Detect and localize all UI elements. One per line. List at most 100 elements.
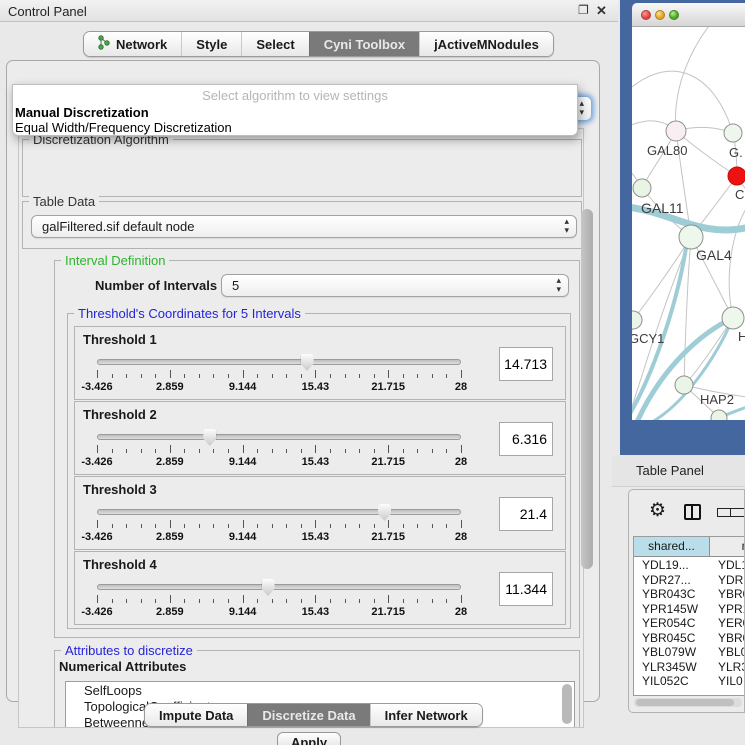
close-window-icon[interactable]: ✕ — [596, 3, 607, 19]
tab-infer-network[interactable]: Infer Network — [370, 704, 482, 726]
table-hscrollbar-thumb[interactable] — [636, 699, 734, 706]
table-row[interactable]: YPR145WYPR1 — [634, 602, 745, 617]
panel-scrollbar-track[interactable] — [579, 69, 595, 669]
tick-mark — [374, 374, 375, 378]
cell-name[interactable]: YPR1 — [710, 602, 745, 617]
slider-thumb[interactable] — [301, 354, 314, 371]
cell-name[interactable]: YDL1 — [710, 558, 745, 573]
table-row[interactable]: YDR27...YDR2 — [634, 573, 745, 588]
threshold-1-slider[interactable]: -3.4262.8599.14415.4321.71528 — [97, 359, 461, 399]
tab-network[interactable]: Network — [84, 32, 181, 56]
threshold-4-slider[interactable]: -3.4262.8599.14415.4321.71528 — [97, 584, 461, 624]
network-node-gal4[interactable] — [679, 225, 703, 249]
cell-shared-name[interactable]: YER054C — [634, 616, 710, 631]
axis-tick-label: -3.426 — [81, 531, 112, 543]
combo-arrows-icon: ▴▾ — [556, 276, 561, 294]
network-node-gcy1[interactable] — [632, 311, 642, 329]
axis-tick-label: -3.426 — [81, 456, 112, 468]
column-header-name[interactable]: n... — [710, 537, 745, 557]
tab-discretize-data[interactable]: Discretize Data — [247, 704, 369, 726]
slider-thumb[interactable] — [262, 579, 275, 596]
slider-ticks — [97, 520, 461, 530]
network-canvas[interactable]: GAL80 G. C GAL11 GAL4 GCY1 H HAP2 — [632, 27, 745, 420]
tick-mark — [112, 449, 113, 453]
slider-track[interactable] — [97, 509, 461, 515]
slider-track[interactable] — [97, 359, 461, 365]
table-row[interactable]: YBR043CYBR0 — [634, 587, 745, 602]
panel-scrollbar-thumb[interactable] — [581, 209, 593, 569]
table-row[interactable]: YDL19...YDL1 — [634, 558, 745, 573]
tab-cyni-toolbox[interactable]: Cyni Toolbox — [309, 32, 419, 56]
tab-select[interactable]: Select — [241, 32, 308, 56]
slider-ticks — [97, 595, 461, 605]
slider-track[interactable] — [97, 584, 461, 590]
zoom-traffic-light[interactable] — [669, 10, 679, 20]
network-node-gal80[interactable] — [666, 121, 686, 141]
slider-thumb[interactable] — [378, 504, 391, 521]
tick-mark — [199, 599, 200, 603]
threshold-3-row: Threshold 3 -3.4262.8599.14415.4321.7152… — [74, 476, 566, 550]
split-columns-icon[interactable] — [684, 504, 701, 520]
tick-mark — [301, 374, 302, 378]
cell-shared-name[interactable]: YBR045C — [634, 631, 710, 646]
network-node-hap2[interactable] — [675, 376, 693, 394]
network-node-partial-right[interactable] — [722, 307, 744, 329]
network-node-gal11[interactable] — [633, 179, 651, 197]
network-icon — [98, 35, 110, 53]
threshold-3-slider[interactable]: -3.4262.8599.14415.4321.71528 — [97, 509, 461, 549]
minimize-traffic-light[interactable] — [655, 10, 665, 20]
cell-shared-name[interactable]: YLR345W — [634, 660, 710, 675]
cell-shared-name[interactable]: YPR145W — [634, 602, 710, 617]
tab-style[interactable]: Style — [181, 32, 241, 56]
threshold-3-value-field[interactable] — [499, 497, 553, 531]
tab-impute-data[interactable]: Impute Data — [145, 704, 247, 726]
cell-name[interactable]: YLR3 — [710, 660, 745, 675]
cell-name[interactable]: YBR0 — [710, 631, 745, 646]
cell-name[interactable]: YIL0 — [710, 674, 745, 689]
table-panel-title: Table Panel — [636, 463, 704, 478]
list-scrollbar-thumb[interactable] — [562, 684, 572, 724]
scroll-viewport: Discretization Algorithm Table Data galF… — [18, 128, 584, 728]
cell-shared-name[interactable]: YDR27... — [634, 573, 710, 588]
table-hscrollbar-track[interactable] — [634, 698, 742, 707]
threshold-2-value-field[interactable] — [499, 422, 553, 456]
network-node-red[interactable] — [728, 167, 745, 185]
option-manual-discretization[interactable]: Manual Discretization — [15, 105, 149, 120]
network-node-partial-top[interactable] — [724, 124, 742, 142]
threshold-4-value-field[interactable] — [499, 572, 553, 606]
tab-jactivemnodules[interactable]: jActiveMNodules — [419, 32, 553, 56]
checkbox-icon-2[interactable]: ✓ — [730, 508, 745, 517]
table-row[interactable]: YBR045CYBR0 — [634, 631, 745, 646]
cell-shared-name[interactable]: YDL19... — [634, 558, 710, 573]
option-equal-width-frequency[interactable]: Equal Width/Frequency Discretization — [15, 120, 232, 135]
list-item[interactable]: SelfLoops — [66, 682, 574, 698]
network-node-partial-bottom[interactable] — [711, 410, 727, 420]
threshold-2-slider[interactable]: -3.4262.8599.14415.4321.71528 — [97, 434, 461, 474]
discretization-algorithm-group: Discretization Algorithm — [22, 139, 582, 197]
table-row[interactable]: YBL079WYBL0 — [634, 645, 745, 660]
cell-shared-name[interactable]: YBR043C — [634, 587, 710, 602]
cell-name[interactable]: YDR2 — [710, 573, 745, 588]
tick-mark — [243, 595, 244, 603]
tick-mark — [257, 449, 258, 453]
threshold-1-value-field[interactable] — [499, 347, 553, 381]
tick-mark — [388, 595, 389, 603]
cell-name[interactable]: YBR0 — [710, 587, 745, 602]
cell-shared-name[interactable]: YBL079W — [634, 645, 710, 660]
gear-icon[interactable]: ⚙ — [649, 499, 666, 522]
close-traffic-light[interactable] — [641, 10, 651, 20]
float-window-icon[interactable]: ❐ — [578, 3, 589, 17]
table-row[interactable]: YIL052CYIL0 — [634, 674, 745, 689]
table-data-combobox[interactable]: galFiltered.sif default node ▴▾ — [31, 215, 577, 238]
tab-cyni-toolbox-label: Cyni Toolbox — [324, 37, 405, 52]
cell-name[interactable]: YBL0 — [710, 645, 745, 660]
column-header-shared-name[interactable]: shared... — [634, 537, 710, 557]
table-row[interactable]: YER054CYER0 — [634, 616, 745, 631]
slider-thumb[interactable] — [203, 429, 216, 446]
number-of-intervals-combobox[interactable]: 5 ▴▾ — [221, 274, 569, 297]
cell-name[interactable]: YER0 — [710, 616, 745, 631]
table-row[interactable]: YLR345WYLR3 — [634, 660, 745, 675]
apply-button[interactable]: Apply — [277, 732, 341, 745]
slider-track[interactable] — [97, 434, 461, 440]
cell-shared-name[interactable]: YIL052C — [634, 674, 710, 689]
